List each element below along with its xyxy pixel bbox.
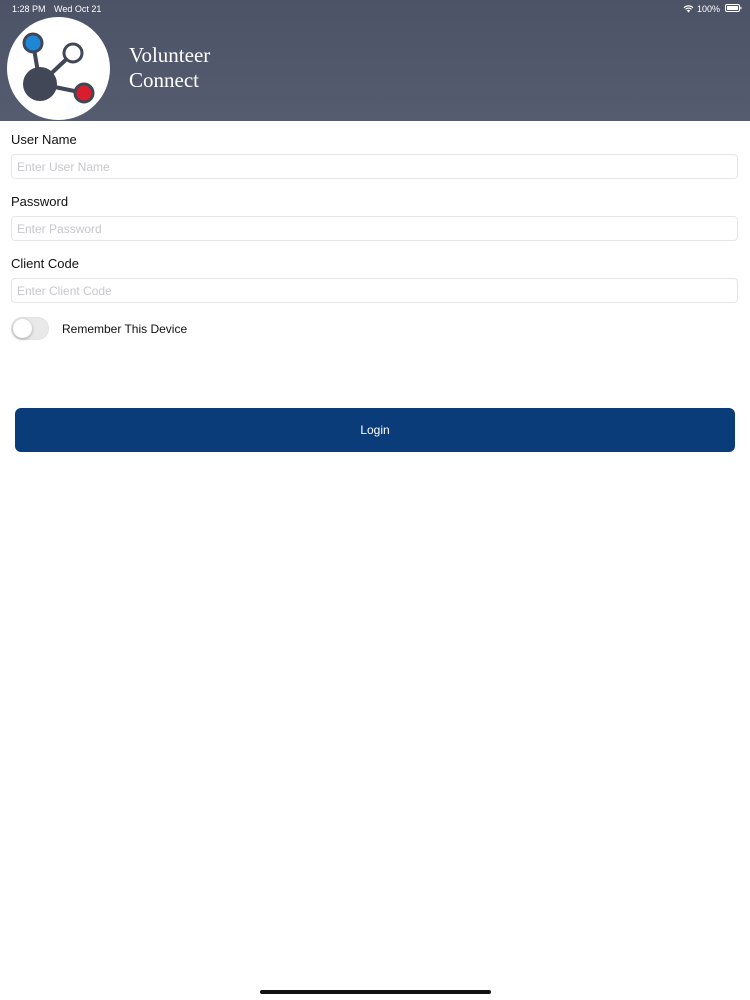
username-input[interactable] [11, 154, 738, 179]
app-header: 1:28 PM Wed Oct 21 100% Volunteer Connec… [0, 0, 750, 121]
status-time: 1:28 PM [12, 4, 46, 14]
status-date: Wed Oct 21 [54, 4, 102, 14]
battery-icon [725, 4, 742, 12]
status-bar: 1:28 PM Wed Oct 21 100% [0, 0, 750, 18]
network-logo-icon [7, 17, 110, 120]
password-input[interactable] [11, 216, 738, 241]
toggle-knob [13, 319, 32, 338]
login-button[interactable]: Login [15, 408, 735, 452]
battery-percent: 100% [696, 4, 720, 14]
login-screen: 1:28 PM Wed Oct 21 100% Volunteer Connec… [0, 0, 750, 1000]
wifi-icon [683, 5, 694, 13]
remember-device-label: Remember This Device [62, 322, 188, 336]
app-title-line2: Connect [129, 68, 199, 92]
app-title: Volunteer Connect [129, 43, 210, 93]
password-label: Password [11, 194, 69, 209]
username-label: User Name [11, 132, 77, 147]
home-indicator[interactable] [260, 990, 491, 994]
app-title-line1: Volunteer [129, 43, 211, 67]
client-code-input[interactable] [11, 278, 738, 303]
status-indicators: 100% [683, 4, 720, 14]
remember-device-toggle[interactable] [11, 317, 49, 340]
client-code-label: Client Code [11, 256, 79, 271]
